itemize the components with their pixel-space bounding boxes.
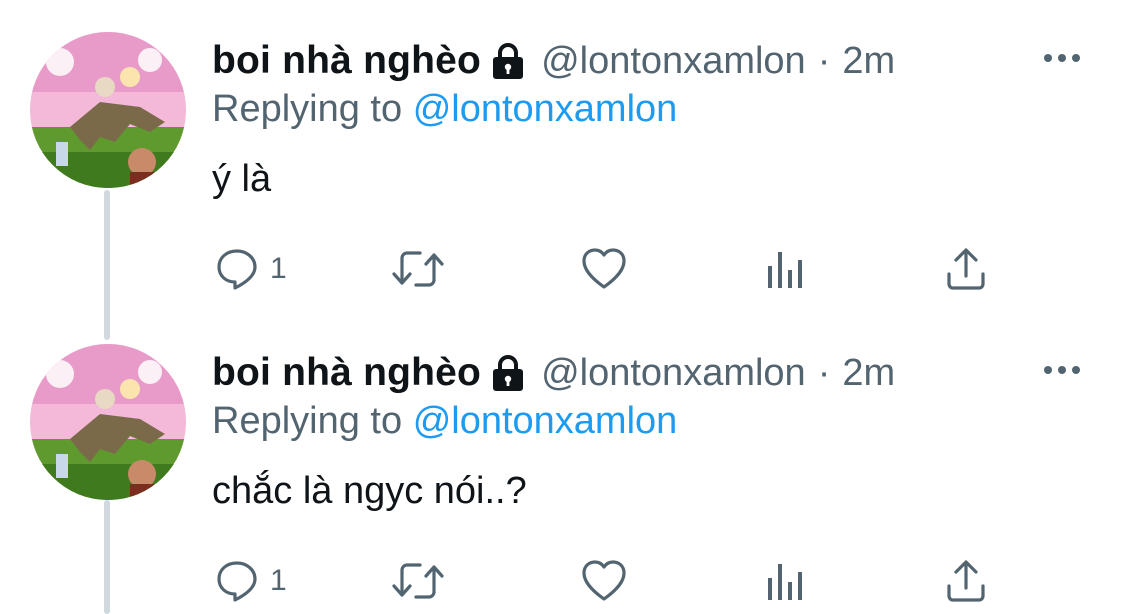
views-button[interactable] [764, 556, 808, 606]
share-icon [947, 248, 985, 290]
tweet-text: ý là [212, 158, 272, 200]
separator-dot: · [817, 39, 831, 82]
reply-icon [217, 249, 257, 290]
replying-to-mention[interactable]: @lontonxamlon [413, 400, 678, 442]
tweet[interactable]: boi nhà nghèo @lontonxamlon · 2m Replyin… [0, 312, 1125, 614]
replying-to-mention[interactable]: @lontonxamlon [413, 88, 678, 130]
share-icon [947, 560, 985, 602]
timestamp[interactable]: 2m [842, 40, 895, 83]
lock-icon [493, 355, 524, 391]
tweet-text: chắc là ngyc nói..? [212, 470, 527, 512]
more-icon[interactable] [1040, 358, 1084, 382]
timestamp[interactable]: 2m [842, 352, 895, 395]
replying-to-label: Replying to [212, 400, 403, 442]
share-button[interactable] [944, 244, 988, 294]
replying-to-line: Replying to @lontonxamlon [212, 88, 677, 131]
avatar-image [30, 32, 186, 188]
tweet-thread: boi nhà nghèo @lontonxamlon · 2m Replyin… [0, 0, 1125, 614]
tweet-header: boi nhà nghèo @lontonxamlon · 2m [212, 348, 895, 398]
tweet-actions: 1 [212, 556, 1012, 606]
reply-button[interactable]: 1 [214, 556, 287, 606]
lock-icon [493, 43, 524, 79]
reply-count: 1 [270, 252, 287, 285]
like-button[interactable] [580, 556, 628, 606]
reply-icon [217, 561, 257, 602]
separator-dot: · [817, 351, 831, 394]
tweet-header: boi nhà nghèo @lontonxamlon · 2m [212, 36, 895, 86]
like-icon [582, 560, 626, 601]
more-icon[interactable] [1040, 46, 1084, 70]
avatar[interactable] [30, 344, 186, 500]
tweet[interactable]: boi nhà nghèo @lontonxamlon · 2m Replyin… [0, 0, 1125, 312]
retweet-button[interactable] [390, 556, 446, 606]
avatar-image [30, 344, 186, 500]
retweet-button[interactable] [390, 244, 446, 294]
views-icon [768, 564, 802, 600]
replying-to-label: Replying to [212, 88, 403, 130]
share-button[interactable] [944, 556, 988, 606]
display-name[interactable]: boi nhà nghèo [212, 39, 481, 83]
like-button[interactable] [580, 244, 628, 294]
avatar[interactable] [30, 32, 186, 188]
username-handle[interactable]: @lontonxamlon [541, 40, 806, 83]
retweet-icon [392, 563, 444, 599]
like-icon [582, 248, 626, 289]
username-handle[interactable]: @lontonxamlon [541, 352, 806, 395]
replying-to-line: Replying to @lontonxamlon [212, 400, 677, 443]
retweet-icon [392, 251, 444, 287]
display-name[interactable]: boi nhà nghèo [212, 351, 481, 395]
views-button[interactable] [764, 244, 808, 294]
reply-button[interactable]: 1 [214, 244, 287, 294]
reply-count: 1 [270, 564, 287, 597]
tweet-actions: 1 [212, 244, 1012, 294]
views-icon [768, 252, 802, 288]
